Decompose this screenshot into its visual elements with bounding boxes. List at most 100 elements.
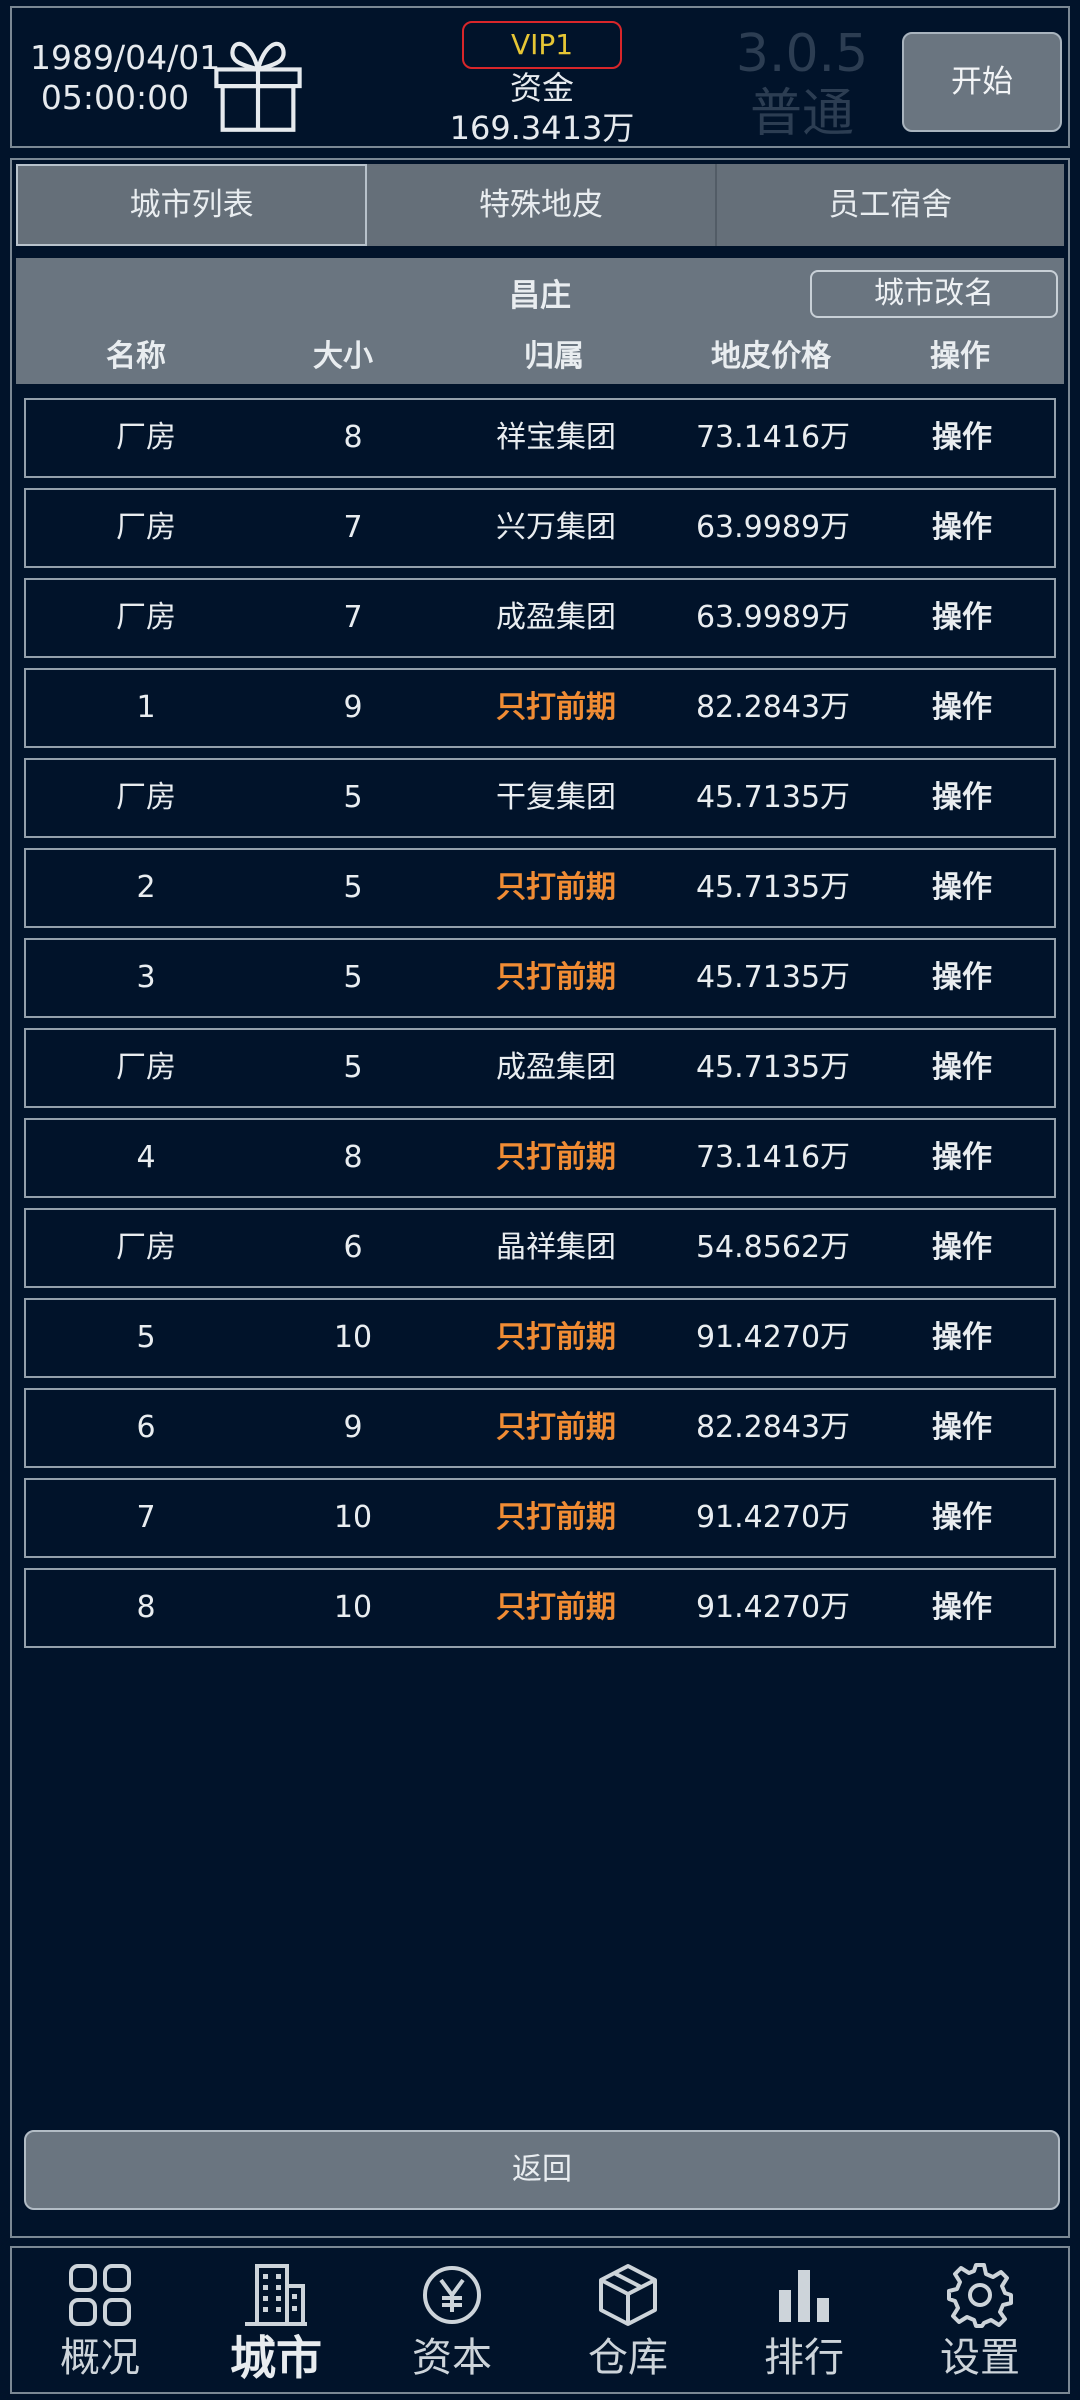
cell-owner: 晶祥集团: [496, 1230, 616, 1265]
cell-price: 91.4270万: [695, 1590, 851, 1625]
operate-button[interactable]: 操作: [882, 1390, 1042, 1466]
cell-size: 7: [343, 510, 363, 545]
cell-price: 45.7135万: [695, 960, 851, 995]
game-time: 05:00:00: [40, 78, 190, 117]
nav-capital[interactable]: 资本: [364, 2248, 540, 2392]
operate-button[interactable]: 操作: [882, 1030, 1042, 1106]
table-row: 5 10 只打前期 91.4270万 操作: [24, 1298, 1056, 1378]
cell-price: 82.2843万: [695, 690, 851, 725]
nav-label: 设置: [940, 2335, 1020, 2381]
cell-name: 厂房: [116, 780, 176, 815]
building-icon: [245, 2264, 307, 2326]
nav-warehouse[interactable]: 仓库: [540, 2248, 716, 2392]
column-header-owner: 归属: [524, 339, 584, 374]
cell-price: 45.7135万: [695, 1050, 851, 1085]
cell-size: 10: [333, 1500, 373, 1535]
operate-button[interactable]: 操作: [882, 580, 1042, 656]
cell-owner: 成盈集团: [496, 600, 616, 635]
cell-price: 45.7135万: [695, 870, 851, 905]
table-row: 7 10 只打前期 91.4270万 操作: [24, 1478, 1056, 1558]
operate-button[interactable]: 操作: [882, 670, 1042, 746]
nav-label: 排行: [764, 2335, 844, 2381]
column-headers: 名称 大小 归属 地皮价格 操作: [16, 334, 1064, 380]
cell-price: 63.9989万: [695, 600, 851, 635]
bar-chart-icon: [779, 2270, 829, 2322]
main-panel: 城市列表 特殊地皮 员工宿舍 昌庄 城市改名 名称 大小 归属 地皮价格 操作 …: [10, 158, 1070, 2238]
version-label: 3.0.5: [735, 24, 869, 84]
vip-badge[interactable]: VIP1: [462, 21, 622, 69]
funds-label: 资金: [509, 69, 574, 107]
cell-owner: 只打前期: [496, 1320, 616, 1355]
operate-button[interactable]: 操作: [882, 400, 1042, 476]
cell-name: 厂房: [116, 420, 176, 455]
game-datetime: 1989/04/01 05:00:00: [30, 38, 221, 118]
cell-name: 5: [136, 1320, 156, 1355]
operate-button[interactable]: 操作: [882, 940, 1042, 1016]
header-bar: 1989/04/01 05:00:00 VIP1 资金 169.3413万 3.…: [10, 6, 1070, 148]
rename-city-button[interactable]: 城市改名: [810, 270, 1058, 318]
box-icon: [599, 2264, 657, 2326]
column-header-action: 操作: [930, 339, 990, 374]
table-header: 昌庄 城市改名 名称 大小 归属 地皮价格 操作: [16, 258, 1064, 384]
cell-size: 10: [333, 1590, 373, 1625]
nav-label: 概况: [60, 2335, 140, 2381]
start-button[interactable]: 开始: [902, 32, 1062, 132]
cell-size: 8: [343, 1140, 363, 1175]
nav-overview[interactable]: 概况: [12, 2248, 188, 2392]
city-name: 昌庄: [509, 278, 571, 314]
cell-price: 54.8562万: [695, 1230, 851, 1265]
operate-button[interactable]: 操作: [882, 1210, 1042, 1286]
gear-icon: [947, 2263, 1013, 2328]
column-header-size: 大小: [313, 339, 373, 374]
gift-icon[interactable]: [206, 32, 310, 136]
nav-label: 仓库: [588, 2335, 668, 2381]
cell-size: 8: [343, 420, 363, 455]
nav-city[interactable]: 城市: [188, 2248, 364, 2392]
app-root: 1989/04/01 05:00:00 VIP1 资金 169.3413万 3.…: [0, 0, 1080, 2400]
nav-ranking[interactable]: 排行: [716, 2248, 892, 2392]
cell-price: 63.9989万: [695, 510, 851, 545]
difficulty-label: 普通: [749, 84, 854, 144]
cell-owner: 兴万集团: [496, 510, 616, 545]
cell-size: 9: [343, 1410, 363, 1445]
cell-size: 5: [343, 870, 363, 905]
table-row: 厂房 5 成盈集团 45.7135万 操作: [24, 1028, 1056, 1108]
cell-owner: 干复集团: [496, 780, 616, 815]
tab-city-list[interactable]: 城市列表: [16, 164, 368, 246]
table-row: 1 9 只打前期 82.2843万 操作: [24, 668, 1056, 748]
cell-price: 82.2843万: [695, 1410, 851, 1445]
table-row: 厂房 7 成盈集团 63.9989万 操作: [24, 578, 1056, 658]
game-date: 1989/04/01: [30, 38, 221, 77]
column-header-name: 名称: [106, 339, 166, 374]
cell-name: 厂房: [116, 1230, 176, 1265]
cell-name: 厂房: [116, 1050, 176, 1085]
operate-button[interactable]: 操作: [882, 1570, 1042, 1646]
operate-button[interactable]: 操作: [882, 1120, 1042, 1196]
grid-icon: [69, 2264, 131, 2326]
cell-name: 6: [136, 1410, 156, 1445]
table-row: 3 5 只打前期 45.7135万 操作: [24, 938, 1056, 1018]
column-header-price: 地皮价格: [711, 339, 831, 374]
tab-bar: 城市列表 特殊地皮 员工宿舍: [16, 164, 1064, 246]
land-list: 厂房 8 祥宝集团 73.1416万 操作 厂房 7 兴万集团 63.9989万 操作 厂房 7 成盈集…: [24, 398, 1056, 1658]
table-row: 2 5 只打前期 45.7135万 操作: [24, 848, 1056, 928]
cell-owner: 只打前期: [496, 1590, 616, 1625]
cell-size: 9: [343, 690, 363, 725]
operate-button[interactable]: 操作: [882, 1480, 1042, 1556]
nav-settings[interactable]: 设置: [892, 2248, 1068, 2392]
operate-button[interactable]: 操作: [882, 760, 1042, 836]
table-row: 厂房 7 兴万集团 63.9989万 操作: [24, 488, 1056, 568]
cell-owner: 只打前期: [496, 690, 616, 725]
operate-button[interactable]: 操作: [882, 850, 1042, 926]
tab-special-land[interactable]: 特殊地皮: [367, 164, 717, 246]
table-row: 厂房 5 干复集团 45.7135万 操作: [24, 758, 1056, 838]
cell-name: 4: [136, 1140, 156, 1175]
tab-staff-dorm[interactable]: 员工宿舍: [716, 164, 1064, 246]
operate-button[interactable]: 操作: [882, 490, 1042, 566]
table-row: 6 9 只打前期 82.2843万 操作: [24, 1388, 1056, 1468]
back-button[interactable]: 返回: [24, 2130, 1060, 2210]
yen-icon: [423, 2266, 481, 2324]
cell-owner: 只打前期: [496, 1140, 616, 1175]
operate-button[interactable]: 操作: [882, 1300, 1042, 1376]
cell-price: 73.1416万: [695, 1140, 851, 1175]
